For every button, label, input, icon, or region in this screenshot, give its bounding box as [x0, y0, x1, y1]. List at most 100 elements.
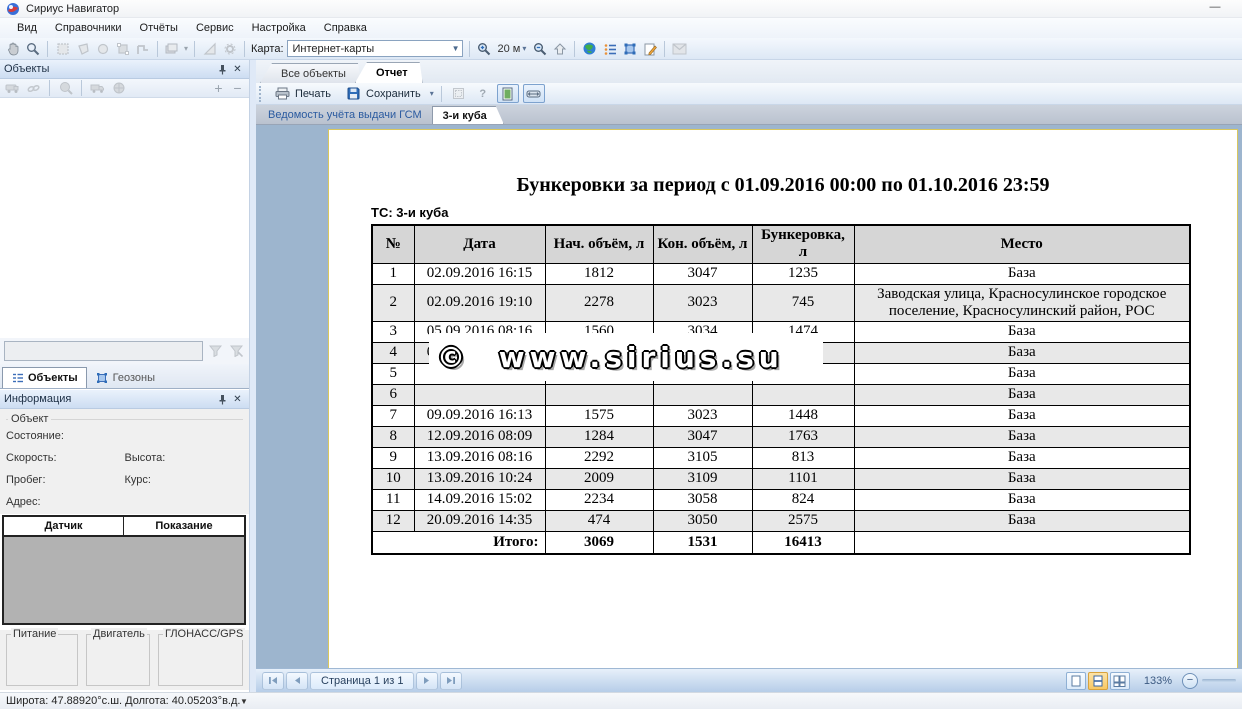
title-bar: Сириус Навигатор — — [0, 0, 1242, 18]
home-extent-icon[interactable] — [551, 40, 568, 57]
tab-fuel-ledger[interactable]: Ведомость учёта выдачи ГСМ — [258, 106, 432, 124]
speed-label: Скорость: — [6, 452, 125, 464]
table-cell — [752, 385, 854, 406]
table-cell: 9 — [372, 448, 414, 469]
address-label: Адрес: — [6, 496, 125, 508]
pin-icon[interactable] — [215, 393, 230, 406]
column-header: Место — [854, 225, 1190, 263]
status-dropdown-caret-icon[interactable]: ▼ — [240, 697, 248, 706]
table-cell: 2 — [372, 284, 414, 322]
menu-directories[interactable]: Справочники — [46, 19, 131, 37]
zoom-slider[interactable] — [1202, 679, 1236, 682]
close-icon[interactable]: ✕ — [230, 63, 245, 76]
table-cell: 3047 — [653, 263, 752, 284]
table-cell: 1812 — [545, 263, 653, 284]
table-cell: База — [854, 322, 1190, 343]
table-row: 1013.09.2016 10:24200931091101База — [372, 469, 1190, 490]
table-cell: 13.09.2016 10:24 — [414, 469, 545, 490]
print-button[interactable]: Печать — [269, 84, 336, 103]
minimize-button[interactable]: — — [1202, 2, 1228, 14]
vehicle-icon — [4, 80, 21, 97]
zoom-in-icon[interactable] — [476, 40, 493, 57]
gear-icon — [221, 40, 238, 57]
object-list-icon[interactable] — [601, 40, 618, 57]
table-cell: 1448 — [752, 406, 854, 427]
left-tab-strip: Объекты Геозоны — [0, 364, 249, 389]
save-icon — [345, 85, 362, 102]
pan-hand-icon[interactable] — [4, 40, 21, 57]
map-select[interactable]: Интернет-карты ▼ — [287, 40, 463, 57]
save-dropdown-caret-icon[interactable]: ▾ — [430, 89, 434, 98]
reading-col-header: Показание — [124, 517, 244, 535]
fit-width-view-button[interactable] — [1088, 672, 1108, 690]
separator — [157, 41, 158, 57]
pin-icon[interactable] — [215, 63, 230, 76]
zoom-tool-icon[interactable] — [24, 40, 41, 57]
table-cell: 6 — [372, 385, 414, 406]
area-select-icon — [114, 40, 131, 57]
tab-geozones[interactable]: Геозоны — [88, 367, 163, 388]
prev-page-button[interactable] — [286, 672, 308, 690]
menu-reports[interactable]: Отчёты — [131, 19, 187, 37]
menu-settings[interactable]: Настройка — [243, 19, 315, 37]
links-icon — [25, 80, 42, 97]
report-table-foot: Итого:3069153116413 — [372, 532, 1190, 554]
separator — [664, 41, 665, 57]
table-cell: 1101 — [752, 469, 854, 490]
table-cell: 3058 — [653, 490, 752, 511]
report-page: Бункеровки за период с 01.09.2016 00:00 … — [328, 129, 1238, 668]
save-button[interactable]: Сохранить — [340, 84, 426, 103]
objects-filter-input[interactable] — [4, 341, 203, 361]
fit-width-toggle[interactable] — [523, 84, 545, 103]
single-page-view-button[interactable] — [1066, 672, 1086, 690]
edit-notes-icon[interactable] — [641, 40, 658, 57]
close-icon[interactable]: ✕ — [230, 393, 245, 406]
tab-all-objects[interactable]: Все объекты — [260, 63, 361, 83]
height-label: Высота: — [125, 452, 244, 464]
globe-search-icon — [57, 80, 74, 97]
first-page-button[interactable] — [262, 672, 284, 690]
separator — [194, 41, 195, 57]
filter-funnel-icon — [207, 343, 224, 360]
geozone-icon[interactable] — [621, 40, 638, 57]
left-panel: Объекты ✕ + − — [0, 60, 250, 692]
glonass-group-label: ГЛОНАСС/GPS — [163, 628, 245, 640]
state-label: Состояние: — [6, 430, 125, 442]
table-header-row: №ДатаНач. объём, лКон. объём, лБункеровк… — [372, 225, 1190, 263]
objects-list[interactable] — [0, 98, 249, 338]
zoom-out-button[interactable]: − — [1182, 673, 1198, 689]
report-viewport[interactable]: Бункеровки за период с 01.09.2016 00:00 … — [256, 125, 1242, 668]
tab-objects[interactable]: Объекты — [2, 367, 87, 388]
tab-report-label: Отчет — [376, 67, 408, 79]
engine-group-label: Двигатель — [91, 628, 147, 640]
object-group-label: Объект — [8, 413, 51, 425]
table-row: 709.09.2016 16:13157530231448База — [372, 406, 1190, 427]
tab-3i-kuba[interactable]: 3-и куба — [432, 106, 504, 124]
menu-help[interactable]: Справка — [315, 19, 376, 37]
last-page-button[interactable] — [440, 672, 462, 690]
table-cell: База — [854, 406, 1190, 427]
zoom-out-icon[interactable] — [531, 40, 548, 57]
column-header: Нач. объём, л — [545, 225, 653, 263]
total-value: 1531 — [653, 532, 752, 554]
print-button-label: Печать — [295, 88, 331, 100]
tab-fuel-ledger-label: Ведомость учёта выдачи ГСМ — [268, 109, 422, 121]
page-view-toggle[interactable] — [497, 84, 519, 103]
status-groups: Питание Двигатель ГЛОНАСС/GPS — [0, 630, 249, 690]
multi-page-view-button[interactable] — [1110, 672, 1130, 690]
next-page-button[interactable] — [416, 672, 438, 690]
tab-report[interactable]: Отчет — [355, 62, 423, 83]
menu-view[interactable]: Вид — [8, 19, 46, 37]
objects-filter-row — [0, 338, 249, 364]
zoom-scale-select[interactable]: 20 м ▾ — [496, 43, 529, 55]
filter-clear-icon — [228, 343, 245, 360]
separator — [49, 80, 50, 96]
save-button-label: Сохранить — [366, 88, 421, 100]
menu-service[interactable]: Сервис — [187, 19, 243, 37]
separator — [574, 41, 575, 57]
table-cell: База — [854, 448, 1190, 469]
zoom-percent: 133% — [1144, 675, 1172, 687]
globe-icon[interactable] — [581, 40, 598, 57]
table-cell: Заводская улица, Красносулинское городск… — [854, 284, 1190, 322]
table-cell: 1575 — [545, 406, 653, 427]
